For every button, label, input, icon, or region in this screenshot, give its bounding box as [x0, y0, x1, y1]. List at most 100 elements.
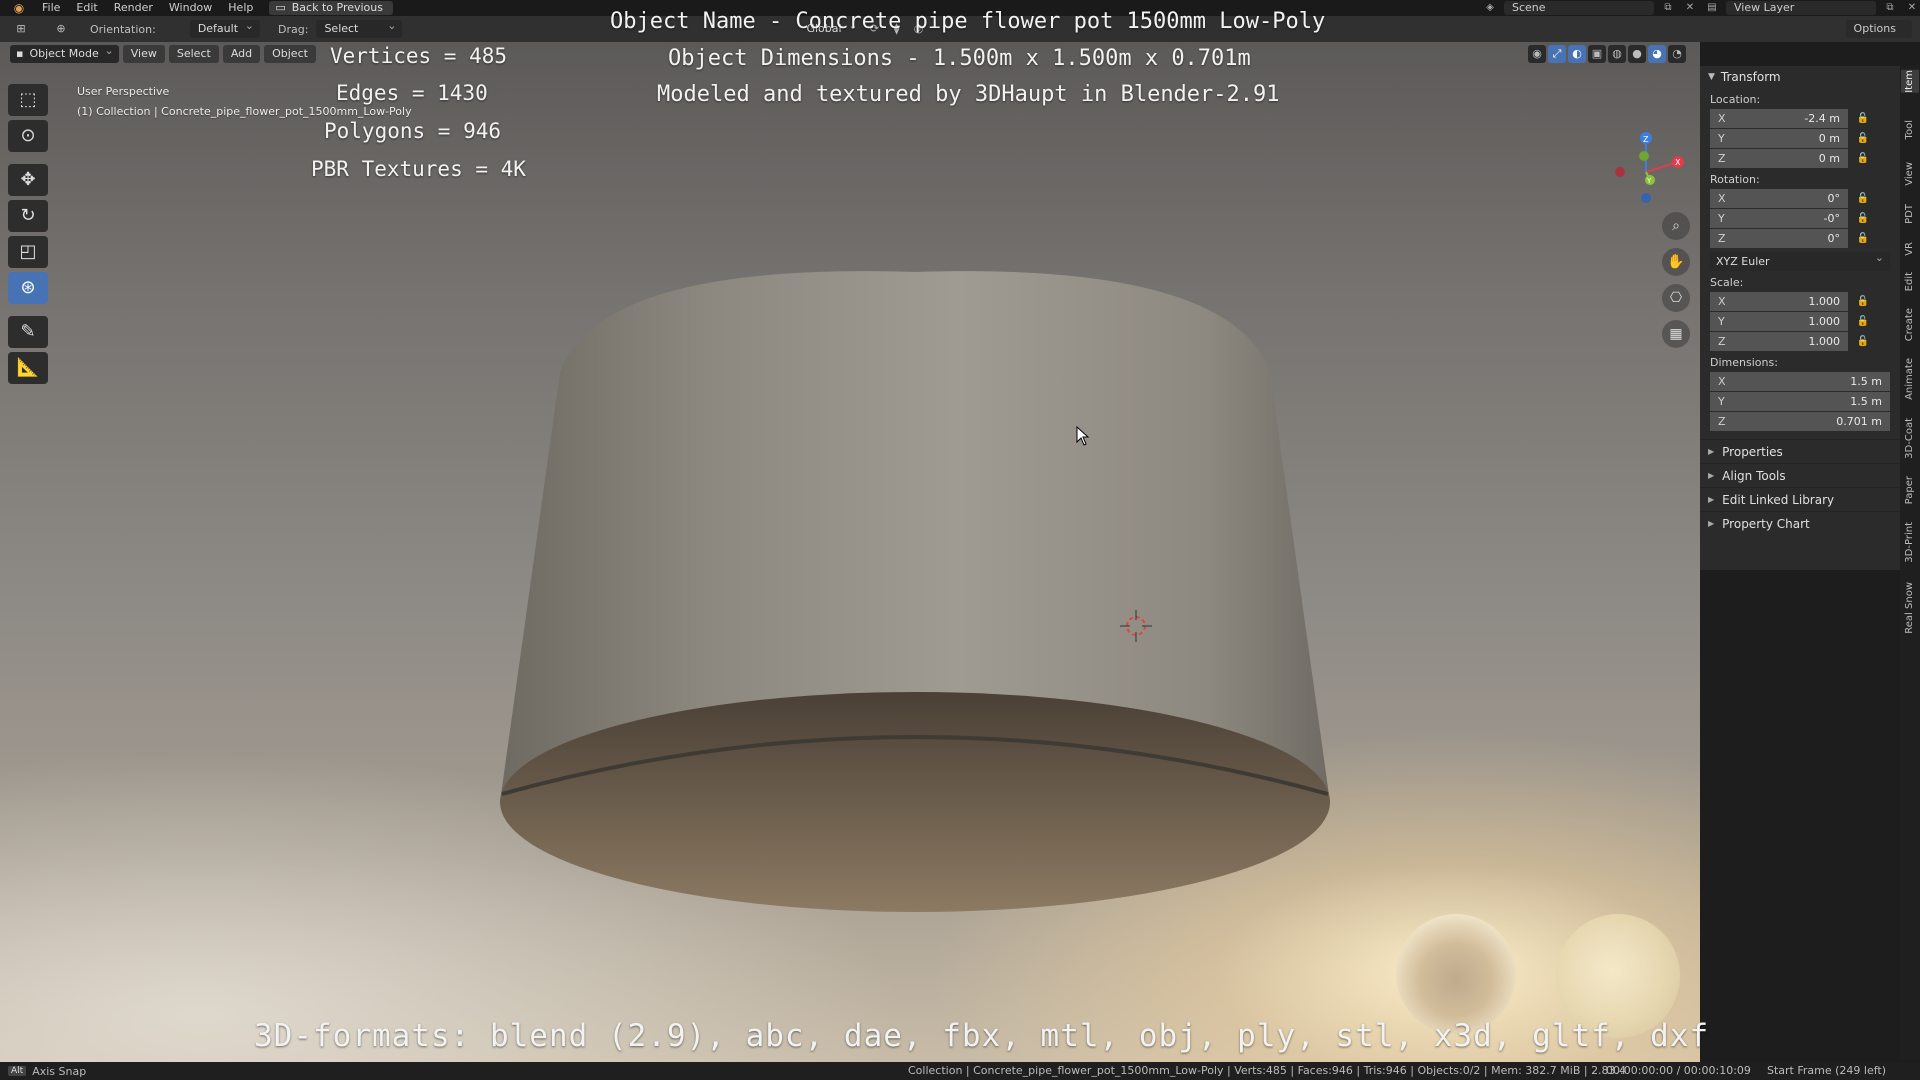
- 3d-viewport[interactable]: Z X Y ⌕ ✋ ⎔ ▦: [0, 42, 1700, 1062]
- lock-icon[interactable]: 🔓: [1848, 193, 1878, 204]
- alt-key-badge: Alt: [8, 1066, 27, 1076]
- lock-icon[interactable]: 🔓: [1848, 133, 1878, 144]
- menu-edit[interactable]: Edit: [68, 0, 105, 16]
- lock-icon[interactable]: 🔓: [1848, 113, 1878, 124]
- tab-animate[interactable]: Animate: [1901, 358, 1919, 400]
- rotation-z-axis: Z: [1718, 231, 1726, 245]
- rendered-shading-icon[interactable]: ◔: [1668, 45, 1686, 63]
- active-tool-icon[interactable]: ⊕: [50, 20, 72, 38]
- wireframe-shading-icon[interactable]: ◍: [1608, 45, 1626, 63]
- tab-item[interactable]: Item: [1901, 70, 1919, 93]
- delete-view-layer-icon[interactable]: ✕: [1904, 1, 1920, 15]
- property-chart-section-header[interactable]: ▶ Property Chart: [1700, 511, 1900, 535]
- menu-file[interactable]: File: [34, 0, 68, 16]
- rotation-z-field[interactable]: Z 0°: [1710, 228, 1848, 248]
- annotate-tool-icon[interactable]: ✎: [8, 316, 48, 348]
- tab-vr[interactable]: VR: [1901, 242, 1919, 256]
- overlay-toggle-icon[interactable]: ◐: [1568, 45, 1586, 63]
- viewport-nav-controls: ⌕ ✋ ⎔ ▦: [1662, 212, 1690, 348]
- menu-render[interactable]: Render: [106, 0, 161, 16]
- viewport-header: ▪ Object Mode View Select Add Object ◉ ⤢…: [0, 42, 1700, 66]
- location-label: Location:: [1710, 93, 1761, 106]
- tab-tool[interactable]: Tool: [1901, 120, 1919, 139]
- properties-section-header[interactable]: ▶ Properties: [1700, 439, 1900, 463]
- rotation-mode-dropdown[interactable]: XYZ Euler: [1710, 248, 1890, 271]
- scale-tool-icon[interactable]: ◰: [8, 236, 48, 268]
- pan-hand-icon[interactable]: ✋: [1662, 248, 1690, 276]
- gizmo-toggle-icon[interactable]: ⤢: [1548, 45, 1566, 63]
- rotation-x-field[interactable]: X 0°: [1710, 188, 1848, 208]
- select-menu[interactable]: Select: [168, 45, 219, 63]
- menu-window[interactable]: Window: [161, 0, 220, 16]
- flower-pot-mesh[interactable]: [500, 262, 1330, 912]
- rotation-x-value: 0°: [1827, 191, 1841, 205]
- tab-pdt[interactable]: PDT: [1901, 204, 1919, 224]
- gizmo-z-label: Z: [1643, 135, 1649, 144]
- options-dropdown[interactable]: Options: [1845, 20, 1912, 38]
- edit-linked-library-section-header[interactable]: ▶ Edit Linked Library: [1700, 487, 1900, 511]
- select-box-tool-icon[interactable]: ⬚: [8, 84, 48, 116]
- dimensions-y-axis: Y: [1718, 394, 1725, 408]
- dimensions-z-field[interactable]: Z 0.701 m: [1710, 411, 1890, 431]
- move-tool-icon[interactable]: ✥: [8, 164, 48, 196]
- menu-help[interactable]: Help: [220, 0, 261, 16]
- scene-field[interactable]: Scene: [1504, 1, 1654, 15]
- camera-view-icon[interactable]: ⎔: [1662, 284, 1690, 312]
- dimensions-y-field[interactable]: Y 1.5 m: [1710, 391, 1890, 411]
- view-layer-field[interactable]: View Layer: [1726, 1, 1876, 15]
- lock-icon[interactable]: 🔓: [1848, 233, 1878, 244]
- delete-scene-icon[interactable]: ✕: [1682, 1, 1698, 15]
- dimensions-x-axis: X: [1718, 374, 1726, 388]
- tab-real-snow[interactable]: Real Snow: [1901, 582, 1919, 634]
- overlay-modeled-by: Modeled and textured by 3DHaupt in Blend…: [657, 82, 1280, 107]
- ortho-grid-icon[interactable]: ▦: [1662, 320, 1690, 348]
- rotation-y-field[interactable]: Y -0°: [1710, 208, 1848, 228]
- align-tools-section-header[interactable]: ▶ Align Tools: [1700, 463, 1900, 487]
- navigation-gizmo[interactable]: Z X Y: [1600, 126, 1690, 216]
- tab-3d-print[interactable]: 3D-Print: [1901, 522, 1919, 563]
- orientation-dropdown[interactable]: Default: [189, 17, 261, 38]
- location-x-value: -2.4 m: [1804, 111, 1840, 125]
- solid-shading-icon[interactable]: ●: [1628, 45, 1646, 63]
- tab-view[interactable]: View: [1901, 162, 1919, 186]
- location-x-field[interactable]: X -2.4 m: [1710, 108, 1848, 128]
- lock-icon[interactable]: 🔓: [1848, 213, 1878, 224]
- measure-tool-icon[interactable]: 📐: [8, 352, 48, 384]
- scene-icon[interactable]: ◈: [1482, 1, 1498, 15]
- scale-x-field[interactable]: X 1.000: [1710, 291, 1848, 311]
- collapsed-triangle-icon: ▶: [1708, 470, 1715, 480]
- add-menu[interactable]: Add: [222, 45, 261, 63]
- new-scene-icon[interactable]: ⧉: [1660, 1, 1676, 15]
- tab-paper[interactable]: Paper: [1901, 476, 1919, 504]
- 3d-cursor-icon[interactable]: [1120, 610, 1152, 642]
- transform-section-header[interactable]: ▼ Transform: [1700, 66, 1900, 88]
- visibility-icon[interactable]: ◉: [1528, 45, 1546, 63]
- tab-edit[interactable]: Edit: [1901, 272, 1919, 291]
- dimensions-x-field[interactable]: X 1.5 m: [1710, 371, 1890, 391]
- scale-y-field[interactable]: Y 1.000: [1710, 311, 1848, 331]
- transform-tool-icon[interactable]: ⊛: [8, 272, 48, 304]
- lock-icon[interactable]: 🔓: [1848, 153, 1878, 164]
- drag-dropdown[interactable]: Select Box: [316, 17, 403, 53]
- lock-icon[interactable]: 🔓: [1848, 336, 1878, 347]
- location-y-field[interactable]: Y 0 m: [1710, 128, 1848, 148]
- lock-icon[interactable]: 🔓: [1848, 316, 1878, 327]
- editor-type-icon[interactable]: ⊞: [10, 20, 32, 38]
- object-menu[interactable]: Object: [264, 45, 316, 63]
- back-to-previous-button[interactable]: ▭ Back to Previous: [269, 1, 393, 15]
- tab-3d-coat[interactable]: 3D-Coat: [1901, 418, 1919, 459]
- lock-icon[interactable]: 🔓: [1848, 296, 1878, 307]
- view-layer-icon[interactable]: ▤: [1704, 1, 1720, 15]
- zoom-icon[interactable]: ⌕: [1662, 212, 1690, 240]
- new-view-layer-icon[interactable]: ⧉: [1882, 1, 1898, 15]
- xray-icon[interactable]: ▣: [1588, 45, 1606, 63]
- material-shading-icon[interactable]: ◕: [1648, 45, 1666, 63]
- view-menu[interactable]: View: [122, 45, 165, 63]
- blender-logo-icon[interactable]: ◉: [10, 1, 28, 15]
- tab-create[interactable]: Create: [1901, 308, 1919, 341]
- scale-z-field[interactable]: Z 1.000: [1710, 331, 1848, 351]
- rotate-tool-icon[interactable]: ↻: [8, 200, 48, 232]
- location-z-field[interactable]: Z 0 m: [1710, 148, 1848, 168]
- cursor-tool-icon[interactable]: ⊙: [8, 120, 48, 152]
- object-mode-dropdown[interactable]: ▪ Object Mode: [10, 42, 119, 63]
